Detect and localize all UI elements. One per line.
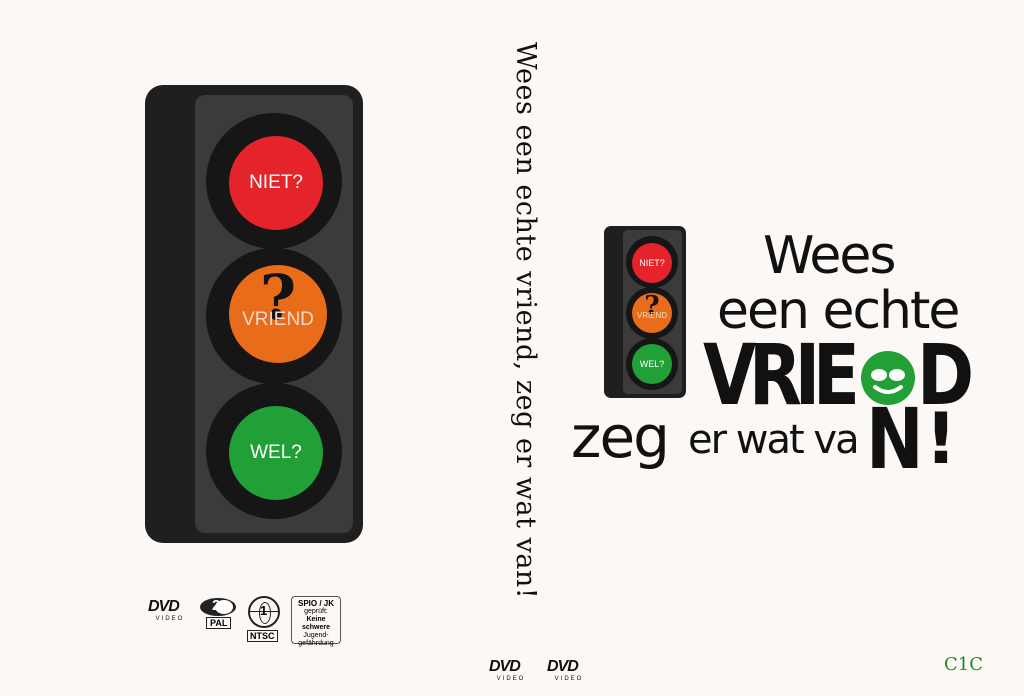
traffic-light-large: NIET? ? VRIEND WEL? xyxy=(145,85,363,543)
spio-jk-badge: SPIO / JK geprüft: Keine schwere Jugend-… xyxy=(291,596,341,647)
small-green-lamp: WEL? xyxy=(632,344,672,384)
region-number: 2 xyxy=(212,597,221,614)
small-orange-label: VRIEND xyxy=(636,310,668,320)
dvd-logo-text: DVD xyxy=(148,598,180,615)
spine-dvd1-sub: VIDEO xyxy=(496,676,526,682)
small-green-label: WEL? xyxy=(639,359,665,369)
region-1-ntsc-logo: 1 NTSC xyxy=(246,596,282,644)
red-lamp-label: NIET? xyxy=(249,172,303,193)
green-lamp-label: WEL? xyxy=(250,442,302,463)
title-vrie: VRIE xyxy=(703,326,860,424)
title-er-wat-va: er wat va xyxy=(688,417,860,463)
corner-code: C1C xyxy=(944,654,983,675)
spio-line2: geprüft: xyxy=(304,608,328,615)
spine-dvd1-text: DVD xyxy=(489,658,521,675)
spio-line1: SPIO / JK xyxy=(297,599,334,608)
spio-line4: Jugend- xyxy=(303,632,329,639)
red-lamp: NIET? xyxy=(229,136,323,230)
dvd-logo-sub: VIDEO xyxy=(155,616,185,622)
spine-dvd2-sub: VIDEO xyxy=(554,676,584,682)
pal-label: PAL xyxy=(206,617,232,629)
spine-title: Wees een echte vriend, zeg er wat van! xyxy=(510,42,541,600)
orange-lamp: ? VRIEND xyxy=(229,265,327,363)
title-line-wees: Wees xyxy=(763,226,896,286)
title-zeg: zeg xyxy=(571,403,670,471)
dvd-video-logo: DVD VIDEO xyxy=(148,598,192,622)
orange-lamp-label: VRIEND xyxy=(242,309,314,330)
traffic-light-small: NIET? ? VRIEND WEL? xyxy=(604,226,686,398)
spine-dvd2-text: DVD xyxy=(547,658,579,675)
region-2-pal-logo: 2 PAL xyxy=(198,596,238,632)
spio-line5: gefährdung xyxy=(298,640,334,647)
title-n: N xyxy=(866,390,924,488)
spine-dvd-logo-2: DVD VIDEO xyxy=(547,658,591,682)
spio-line3: Keine schwere xyxy=(301,616,331,631)
green-lamp: WEL? xyxy=(229,406,323,500)
ntsc-number: 1 xyxy=(260,603,268,618)
title-exclamation: ! xyxy=(925,398,957,480)
ntsc-label: NTSC xyxy=(247,630,278,642)
spine-dvd-logo-1: DVD VIDEO xyxy=(489,658,533,682)
small-red-label: NIET? xyxy=(639,258,665,268)
small-red-lamp: NIET? xyxy=(632,243,672,283)
small-orange-lamp: ? VRIEND xyxy=(632,293,672,333)
